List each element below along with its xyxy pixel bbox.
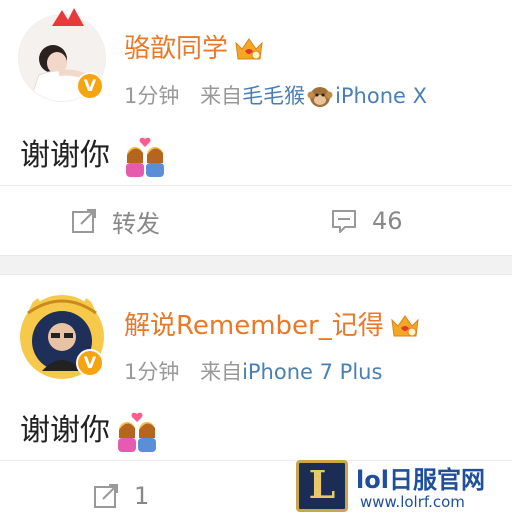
repost-count: 1 — [134, 482, 150, 510]
post-time: 1分钟 — [124, 84, 180, 108]
repost-button[interactable]: 1 — [92, 461, 149, 524]
repost-icon — [72, 209, 96, 233]
avatar-wrap[interactable]: V — [18, 291, 106, 379]
monkey-emoji-icon — [307, 87, 333, 107]
username[interactable]: 解说Remember_记得 — [124, 305, 420, 342]
avatar-wrap[interactable]: V — [18, 8, 106, 102]
source-app-link[interactable]: 毛毛猴 — [242, 84, 305, 108]
vip-crown-icon[interactable] — [390, 314, 420, 340]
action-bar: 转发 46 — [0, 185, 512, 255]
watermark-title: lol日服官网 — [356, 466, 485, 494]
source-device-link[interactable]: iPhone X — [335, 84, 427, 108]
post-text: 谢谢你 — [20, 413, 110, 448]
verified-badge-icon: V — [76, 72, 104, 100]
post-text: 谢谢你 — [20, 138, 110, 173]
source-device-link[interactable]: iPhone 7 Plus — [242, 360, 382, 384]
comment-icon — [332, 210, 356, 233]
username-text[interactable]: 骆歆同学 — [124, 34, 228, 64]
comment-count: 46 — [372, 207, 403, 235]
username[interactable]: 骆歆同学 — [124, 28, 264, 65]
username-text[interactable]: 解说Remember_记得 — [124, 311, 384, 341]
ribbon-decoration-icon — [52, 8, 84, 26]
repost-label: 转发 — [112, 209, 160, 238]
couple-heart-emoji-icon — [126, 137, 164, 177]
post-content: 谢谢你 — [20, 405, 160, 452]
post-content: 谢谢你 — [20, 130, 168, 177]
repost-icon — [94, 484, 118, 508]
repost-button[interactable]: 转发 — [70, 186, 160, 256]
league-logo-icon: L — [296, 460, 348, 512]
verified-badge-icon: V — [76, 349, 104, 377]
post-meta: 1分钟 来自毛毛猴 iPhone X — [124, 80, 427, 110]
post-time: 1分钟 — [124, 360, 180, 384]
source-prefix: 来自 — [200, 360, 243, 384]
weibo-post-1: V 骆歆同学 1分钟 来自毛毛猴 iPhone X 谢谢你 转发 46 — [0, 0, 512, 255]
couple-heart-emoji-icon — [118, 412, 156, 452]
post-separator — [0, 255, 512, 275]
watermark-url: www.lolrf.com — [360, 493, 465, 511]
vip-crown-icon[interactable] — [234, 37, 264, 63]
post-meta: 1分钟 来自iPhone 7 Plus — [124, 356, 382, 386]
comment-button[interactable]: 46 — [330, 186, 403, 256]
site-watermark: L lol日服官网 www.lolrf.com — [296, 460, 508, 520]
source-prefix: 来自 — [200, 84, 243, 108]
